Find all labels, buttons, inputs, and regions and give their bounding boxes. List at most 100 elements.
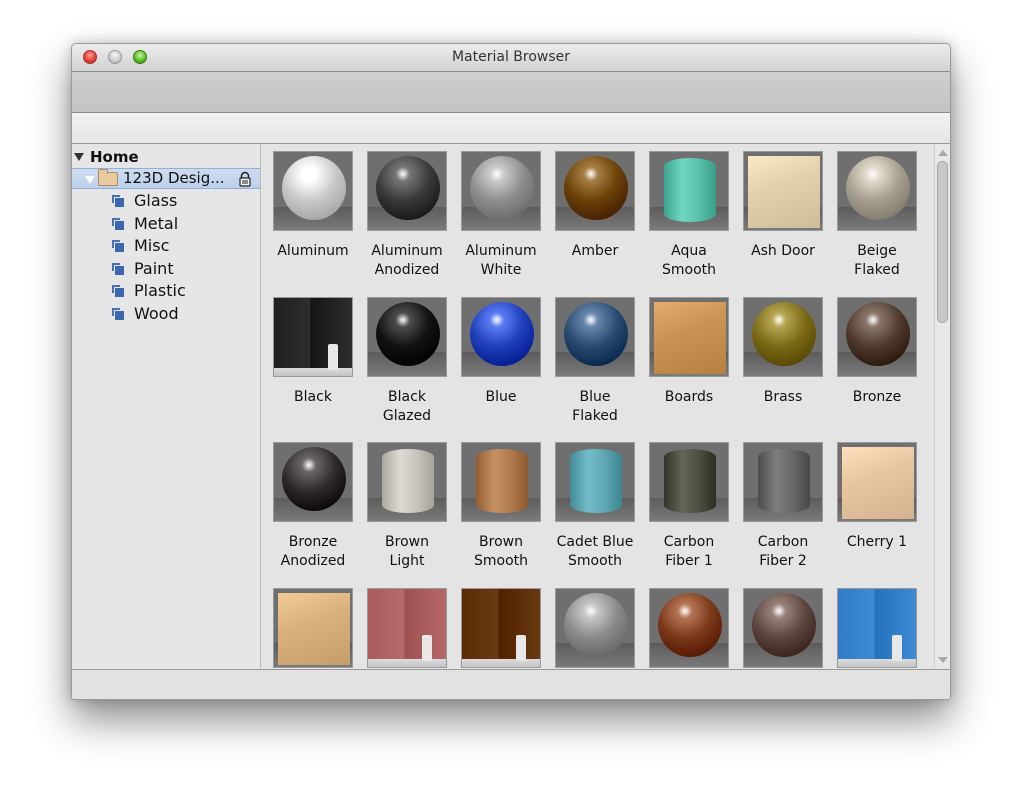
category-icon bbox=[112, 262, 125, 276]
status-bar bbox=[72, 669, 950, 699]
tree-item-label: Home bbox=[90, 148, 139, 166]
cube-preview bbox=[748, 156, 820, 228]
sphere-preview bbox=[564, 156, 628, 220]
material-swatch-sphere[interactable] bbox=[555, 151, 635, 231]
material-swatch-sphere[interactable] bbox=[367, 151, 447, 231]
disclosure-triangle-icon[interactable] bbox=[74, 153, 84, 161]
material-name: Brown Smooth bbox=[473, 534, 529, 569]
material-swatch-cube[interactable] bbox=[273, 587, 353, 668]
scrollbar-thumb[interactable] bbox=[937, 161, 948, 323]
tree-item-library[interactable]: 123D Desig... bbox=[72, 168, 260, 189]
material-name: Blue bbox=[485, 388, 517, 405]
cylinder-preview bbox=[382, 449, 434, 513]
cube-preview bbox=[654, 301, 726, 374]
cylinder-preview bbox=[664, 158, 716, 222]
material-swatch-sphere[interactable] bbox=[837, 296, 917, 377]
chair-model bbox=[422, 634, 432, 661]
toolbar bbox=[72, 72, 950, 113]
sphere-preview bbox=[846, 156, 910, 220]
category-icon bbox=[112, 240, 125, 253]
sphere-preview bbox=[470, 156, 534, 220]
material-name: Carbon Fiber 2 bbox=[757, 534, 809, 569]
sphere-preview bbox=[376, 301, 440, 366]
title-bar[interactable]: Material Browser bbox=[72, 44, 950, 72]
vertical-scrollbar[interactable] bbox=[934, 144, 950, 669]
tree-item-wood[interactable]: Wood bbox=[72, 303, 260, 325]
material-swatch-wall[interactable] bbox=[367, 587, 447, 668]
material-name: Beige Flaked bbox=[854, 243, 900, 278]
floor-trim bbox=[274, 367, 352, 376]
room-preview bbox=[368, 588, 446, 667]
material-name: Bronze bbox=[852, 388, 902, 405]
material-swatch-cube[interactable] bbox=[743, 151, 823, 231]
material-name: Aluminum bbox=[277, 243, 349, 259]
material-name: Black bbox=[294, 388, 332, 405]
category-icon bbox=[112, 217, 125, 231]
material-name: Boards bbox=[664, 388, 714, 405]
tree-item-paint[interactable]: Paint bbox=[72, 258, 260, 280]
material-swatch-sphere[interactable] bbox=[461, 296, 541, 377]
material-swatch-cylinder[interactable] bbox=[461, 442, 541, 522]
material-name: Aluminum Anodized bbox=[371, 243, 443, 278]
material-name: Blue Flaked bbox=[572, 388, 618, 424]
material-swatch-cylinder[interactable] bbox=[649, 442, 729, 522]
sphere-preview bbox=[376, 156, 440, 220]
tree-item-label: 123D Desig... bbox=[123, 169, 225, 187]
scroll-down-arrow-icon[interactable] bbox=[938, 657, 948, 663]
cylinder-preview bbox=[570, 449, 622, 513]
category-icon bbox=[112, 285, 125, 298]
tree-item-label: Wood bbox=[134, 303, 179, 323]
sphere-preview bbox=[470, 301, 534, 366]
tree-item-label: Glass bbox=[134, 191, 178, 210]
floor-trim bbox=[838, 658, 916, 667]
tree-item-label: Misc bbox=[134, 236, 170, 255]
tree-item-misc[interactable]: Misc bbox=[72, 235, 260, 257]
material-swatch-cube[interactable] bbox=[649, 296, 729, 377]
material-name: Amber bbox=[571, 243, 619, 259]
tree-item-metal[interactable]: Metal bbox=[72, 213, 260, 235]
sphere-preview bbox=[564, 592, 628, 657]
material-swatch-sphere[interactable] bbox=[273, 151, 353, 231]
tree-item-glass[interactable]: Glass bbox=[72, 190, 260, 212]
disclosure-triangle-icon[interactable] bbox=[85, 176, 95, 184]
material-swatch-sphere[interactable] bbox=[555, 587, 635, 668]
category-icon bbox=[112, 195, 125, 208]
material-swatch-wall[interactable] bbox=[461, 587, 541, 668]
lock-icon bbox=[239, 171, 251, 187]
floor-trim bbox=[462, 658, 540, 667]
scroll-up-arrow-icon[interactable] bbox=[938, 150, 948, 156]
material-swatch-sphere[interactable] bbox=[273, 442, 353, 522]
cube-preview bbox=[842, 447, 914, 519]
room-preview bbox=[274, 297, 352, 376]
material-swatch-sphere[interactable] bbox=[367, 296, 447, 377]
material-swatch-cylinder[interactable] bbox=[649, 151, 729, 231]
material-swatch-cylinder[interactable] bbox=[367, 442, 447, 522]
material-swatch-cube[interactable] bbox=[837, 442, 917, 522]
material-name: Black Glazed bbox=[382, 388, 432, 424]
sphere-preview bbox=[752, 592, 816, 657]
sphere-preview bbox=[564, 301, 628, 366]
floor-trim bbox=[368, 658, 446, 667]
material-name: Cherry 1 bbox=[846, 534, 908, 550]
room-preview bbox=[838, 588, 916, 667]
material-swatch-sphere[interactable] bbox=[743, 587, 823, 668]
material-swatch-cylinder[interactable] bbox=[555, 442, 635, 522]
material-swatch-sphere[interactable] bbox=[837, 151, 917, 231]
material-swatch-cylinder[interactable] bbox=[743, 442, 823, 522]
material-name: Ash Door bbox=[751, 243, 815, 259]
material-swatch-wall[interactable] bbox=[837, 587, 917, 668]
folder-icon bbox=[98, 169, 118, 186]
cube-preview bbox=[278, 592, 350, 665]
material-name: Cadet Blue Smooth bbox=[556, 534, 634, 569]
material-swatch-sphere[interactable] bbox=[649, 587, 729, 668]
material-swatch-sphere[interactable] bbox=[461, 151, 541, 231]
cylinder-preview bbox=[664, 449, 716, 513]
material-name: Aqua Smooth bbox=[661, 243, 717, 278]
material-name: Carbon Fiber 1 bbox=[663, 534, 715, 569]
material-swatch-wall[interactable] bbox=[273, 296, 353, 377]
material-swatch-sphere[interactable] bbox=[743, 296, 823, 377]
tree-item-plastic[interactable]: Plastic bbox=[72, 280, 260, 302]
library-tree: Home 123D Desig... Glass Metal Misc Paint Pl… bbox=[72, 144, 261, 669]
material-swatch-sphere[interactable] bbox=[555, 296, 635, 377]
material-name: Brass bbox=[763, 388, 803, 405]
